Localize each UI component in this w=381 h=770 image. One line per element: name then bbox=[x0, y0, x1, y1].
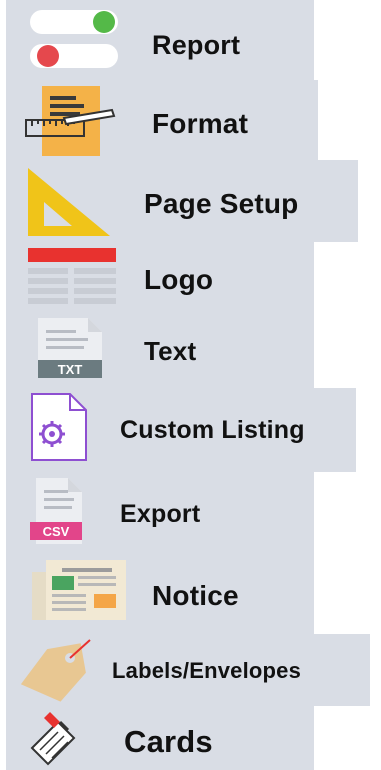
svg-text:CSV: CSV bbox=[43, 524, 70, 539]
toggle-switches-icon bbox=[28, 6, 124, 76]
sidebar-item-page-setup[interactable]: Page Setup bbox=[6, 160, 358, 242]
sidebar-item-text[interactable]: TXT Text bbox=[6, 312, 314, 388]
svg-text:TXT: TXT bbox=[58, 362, 83, 377]
sidebar-item-labels-envelopes[interactable]: Labels/Envelopes bbox=[6, 634, 370, 706]
card-pen-icon bbox=[24, 710, 84, 766]
sidebar-item-label: Report bbox=[152, 30, 241, 60]
tag-icon bbox=[16, 636, 100, 704]
logo-table-icon bbox=[28, 248, 118, 304]
sidebar-item-label: Cards bbox=[124, 724, 213, 759]
sidebar-item-label: Format bbox=[152, 108, 249, 139]
newspaper-icon bbox=[32, 558, 128, 624]
set-square-icon bbox=[24, 164, 116, 240]
sidebar-item-report[interactable]: Report bbox=[6, 0, 314, 80]
sidebar-item-label: Labels/Envelopes bbox=[112, 658, 302, 683]
gear-document-icon bbox=[30, 392, 90, 462]
sidebar-item-label: Text bbox=[144, 336, 197, 366]
sidebar-item-label: Notice bbox=[152, 580, 239, 611]
sidebar-item-cards[interactable]: Cards bbox=[6, 706, 314, 770]
sidebar-item-export[interactable]: CSV Export bbox=[6, 472, 314, 552]
sidebar-item-label: Logo bbox=[144, 264, 214, 295]
sidebar-item-logo[interactable]: Logo bbox=[6, 242, 314, 312]
sidebar-item-label: Export bbox=[120, 500, 201, 528]
sidebar-item-label: Custom Listing bbox=[120, 416, 305, 444]
sidebar-item-format[interactable]: Format bbox=[6, 80, 318, 160]
sidebar-item-notice[interactable]: Notice bbox=[6, 552, 314, 634]
txt-file-icon: TXT bbox=[36, 316, 106, 380]
sidebar-item-label: Page Setup bbox=[144, 188, 299, 219]
csv-file-icon: CSV bbox=[28, 476, 88, 546]
sidebar-item-custom-listing[interactable]: Custom Listing bbox=[6, 388, 356, 472]
sidebar-menu: Report Format Page Setup Logo TXT Text C… bbox=[0, 0, 381, 770]
document-ruler-icon bbox=[24, 84, 120, 158]
